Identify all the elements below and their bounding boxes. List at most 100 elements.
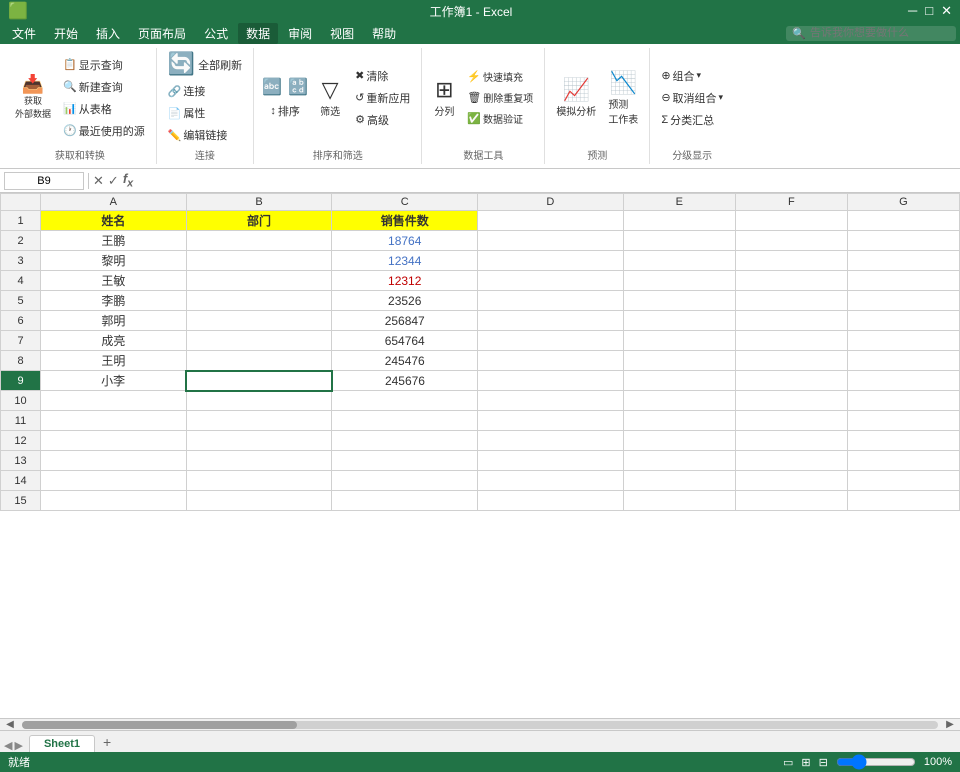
row-num-1[interactable]: 1 [1,211,41,231]
menu-view[interactable]: 视图 [322,23,362,44]
cell-g6[interactable] [847,311,959,331]
btn-forecast-sheet[interactable]: 📉 预测工作表 [603,67,643,129]
menu-data[interactable]: 数据 [238,23,278,44]
cell-f2[interactable] [735,231,847,251]
cell-b14[interactable] [186,471,332,491]
cell-f13[interactable] [735,451,847,471]
cell-g2[interactable] [847,231,959,251]
cell-e11[interactable] [623,411,735,431]
cell-c7[interactable]: 654764 [332,331,478,351]
cell-f15[interactable] [735,491,847,511]
cell-d6[interactable] [478,311,624,331]
btn-split-column[interactable]: ⊞ 分列 [428,74,460,121]
cell-c10[interactable] [332,391,478,411]
menu-page-layout[interactable]: 页面布局 [130,23,194,44]
col-header-e[interactable]: E [623,194,735,211]
btn-filter[interactable]: ▽ 筛选 [312,74,348,121]
cell-b11[interactable] [186,411,332,431]
cell-d9[interactable] [478,371,624,391]
btn-show-query[interactable]: 📋 显示查询 [58,55,150,75]
add-sheet-btn[interactable]: + [97,732,117,752]
cell-a6[interactable]: 郭明 [41,311,187,331]
cell-a4[interactable]: 王敏 [41,271,187,291]
btn-get-external-data[interactable]: 📥 获取外部数据 [10,72,56,123]
cell-f4[interactable] [735,271,847,291]
cell-c15[interactable] [332,491,478,511]
btn-ungroup[interactable]: ⊖ 取消组合 ▾ [656,88,728,108]
menu-insert[interactable]: 插入 [88,23,128,44]
btn-from-table[interactable]: 📊 从表格 [58,99,150,119]
cell-f8[interactable] [735,351,847,371]
cell-g12[interactable] [847,431,959,451]
cell-e6[interactable] [623,311,735,331]
minimize-btn[interactable]: ─ [908,3,917,19]
cell-a13[interactable] [41,451,187,471]
row-num-15[interactable]: 15 [1,491,41,511]
cell-b6[interactable] [186,311,332,331]
menu-file[interactable]: 文件 [4,23,44,44]
cell-b4[interactable] [186,271,332,291]
cell-f1[interactable] [735,211,847,231]
cell-d2[interactable] [478,231,624,251]
btn-sort-za[interactable]: 🔡 [286,75,310,99]
cell-a15[interactable] [41,491,187,511]
cell-f5[interactable] [735,291,847,311]
sheet-nav-left[interactable]: ◀ [4,739,12,752]
cell-d12[interactable] [478,431,624,451]
cell-c3[interactable]: 12344 [332,251,478,271]
row-num-7[interactable]: 7 [1,331,41,351]
cell-a2[interactable]: 王鹏 [41,231,187,251]
cell-b12[interactable] [186,431,332,451]
scroll-right-btn[interactable]: ▶ [940,719,960,730]
btn-flash-fill[interactable]: ⚡ 快速填充 [462,67,538,86]
btn-validate[interactable]: ✅ 数据验证 [462,109,538,128]
cell-e2[interactable] [623,231,735,251]
row-num-10[interactable]: 10 [1,391,41,411]
cell-g9[interactable] [847,371,959,391]
cell-a10[interactable] [41,391,187,411]
cell-c8[interactable]: 245476 [332,351,478,371]
row-num-11[interactable]: 11 [1,411,41,431]
cell-e3[interactable] [623,251,735,271]
cell-f12[interactable] [735,431,847,451]
btn-group[interactable]: ⊕ 组合 ▾ [656,66,706,86]
h-scrollbar[interactable]: ◀ ▶ [0,718,960,730]
row-num-9[interactable]: 9 [1,371,41,391]
cell-d13[interactable] [478,451,624,471]
cell-a3[interactable]: 黎明 [41,251,187,271]
cell-b3[interactable] [186,251,332,271]
cell-a9[interactable]: 小李 [41,371,187,391]
cancel-formula-icon[interactable]: ✕ [93,173,104,189]
col-header-g[interactable]: G [847,194,959,211]
cell-d11[interactable] [478,411,624,431]
cell-g4[interactable] [847,271,959,291]
btn-properties[interactable]: 📄 属性 [163,103,211,123]
cell-ref-input[interactable] [4,172,84,190]
cell-d15[interactable] [478,491,624,511]
cell-b7[interactable] [186,331,332,351]
cell-e1[interactable] [623,211,735,231]
cell-f7[interactable] [735,331,847,351]
row-num-8[interactable]: 8 [1,351,41,371]
cell-d5[interactable] [478,291,624,311]
cell-g5[interactable] [847,291,959,311]
cell-c5[interactable]: 23526 [332,291,478,311]
row-num-13[interactable]: 13 [1,451,41,471]
cell-d8[interactable] [478,351,624,371]
search-input[interactable] [810,27,950,39]
menu-formula[interactable]: 公式 [196,23,236,44]
confirm-formula-icon[interactable]: ✓ [108,173,119,189]
col-header-b[interactable]: B [186,194,332,211]
col-header-f[interactable]: F [735,194,847,211]
cell-a14[interactable] [41,471,187,491]
cell-g11[interactable] [847,411,959,431]
cell-g10[interactable] [847,391,959,411]
btn-sort[interactable]: ↕ 排序 [265,101,305,121]
cell-c1[interactable]: 销售件数 [332,211,478,231]
row-num-5[interactable]: 5 [1,291,41,311]
btn-subtotal[interactable]: Σ 分类汇总 [656,110,719,130]
btn-what-if[interactable]: 📈 模拟分析 [551,74,601,121]
cell-f14[interactable] [735,471,847,491]
cell-c6[interactable]: 256847 [332,311,478,331]
row-num-2[interactable]: 2 [1,231,41,251]
